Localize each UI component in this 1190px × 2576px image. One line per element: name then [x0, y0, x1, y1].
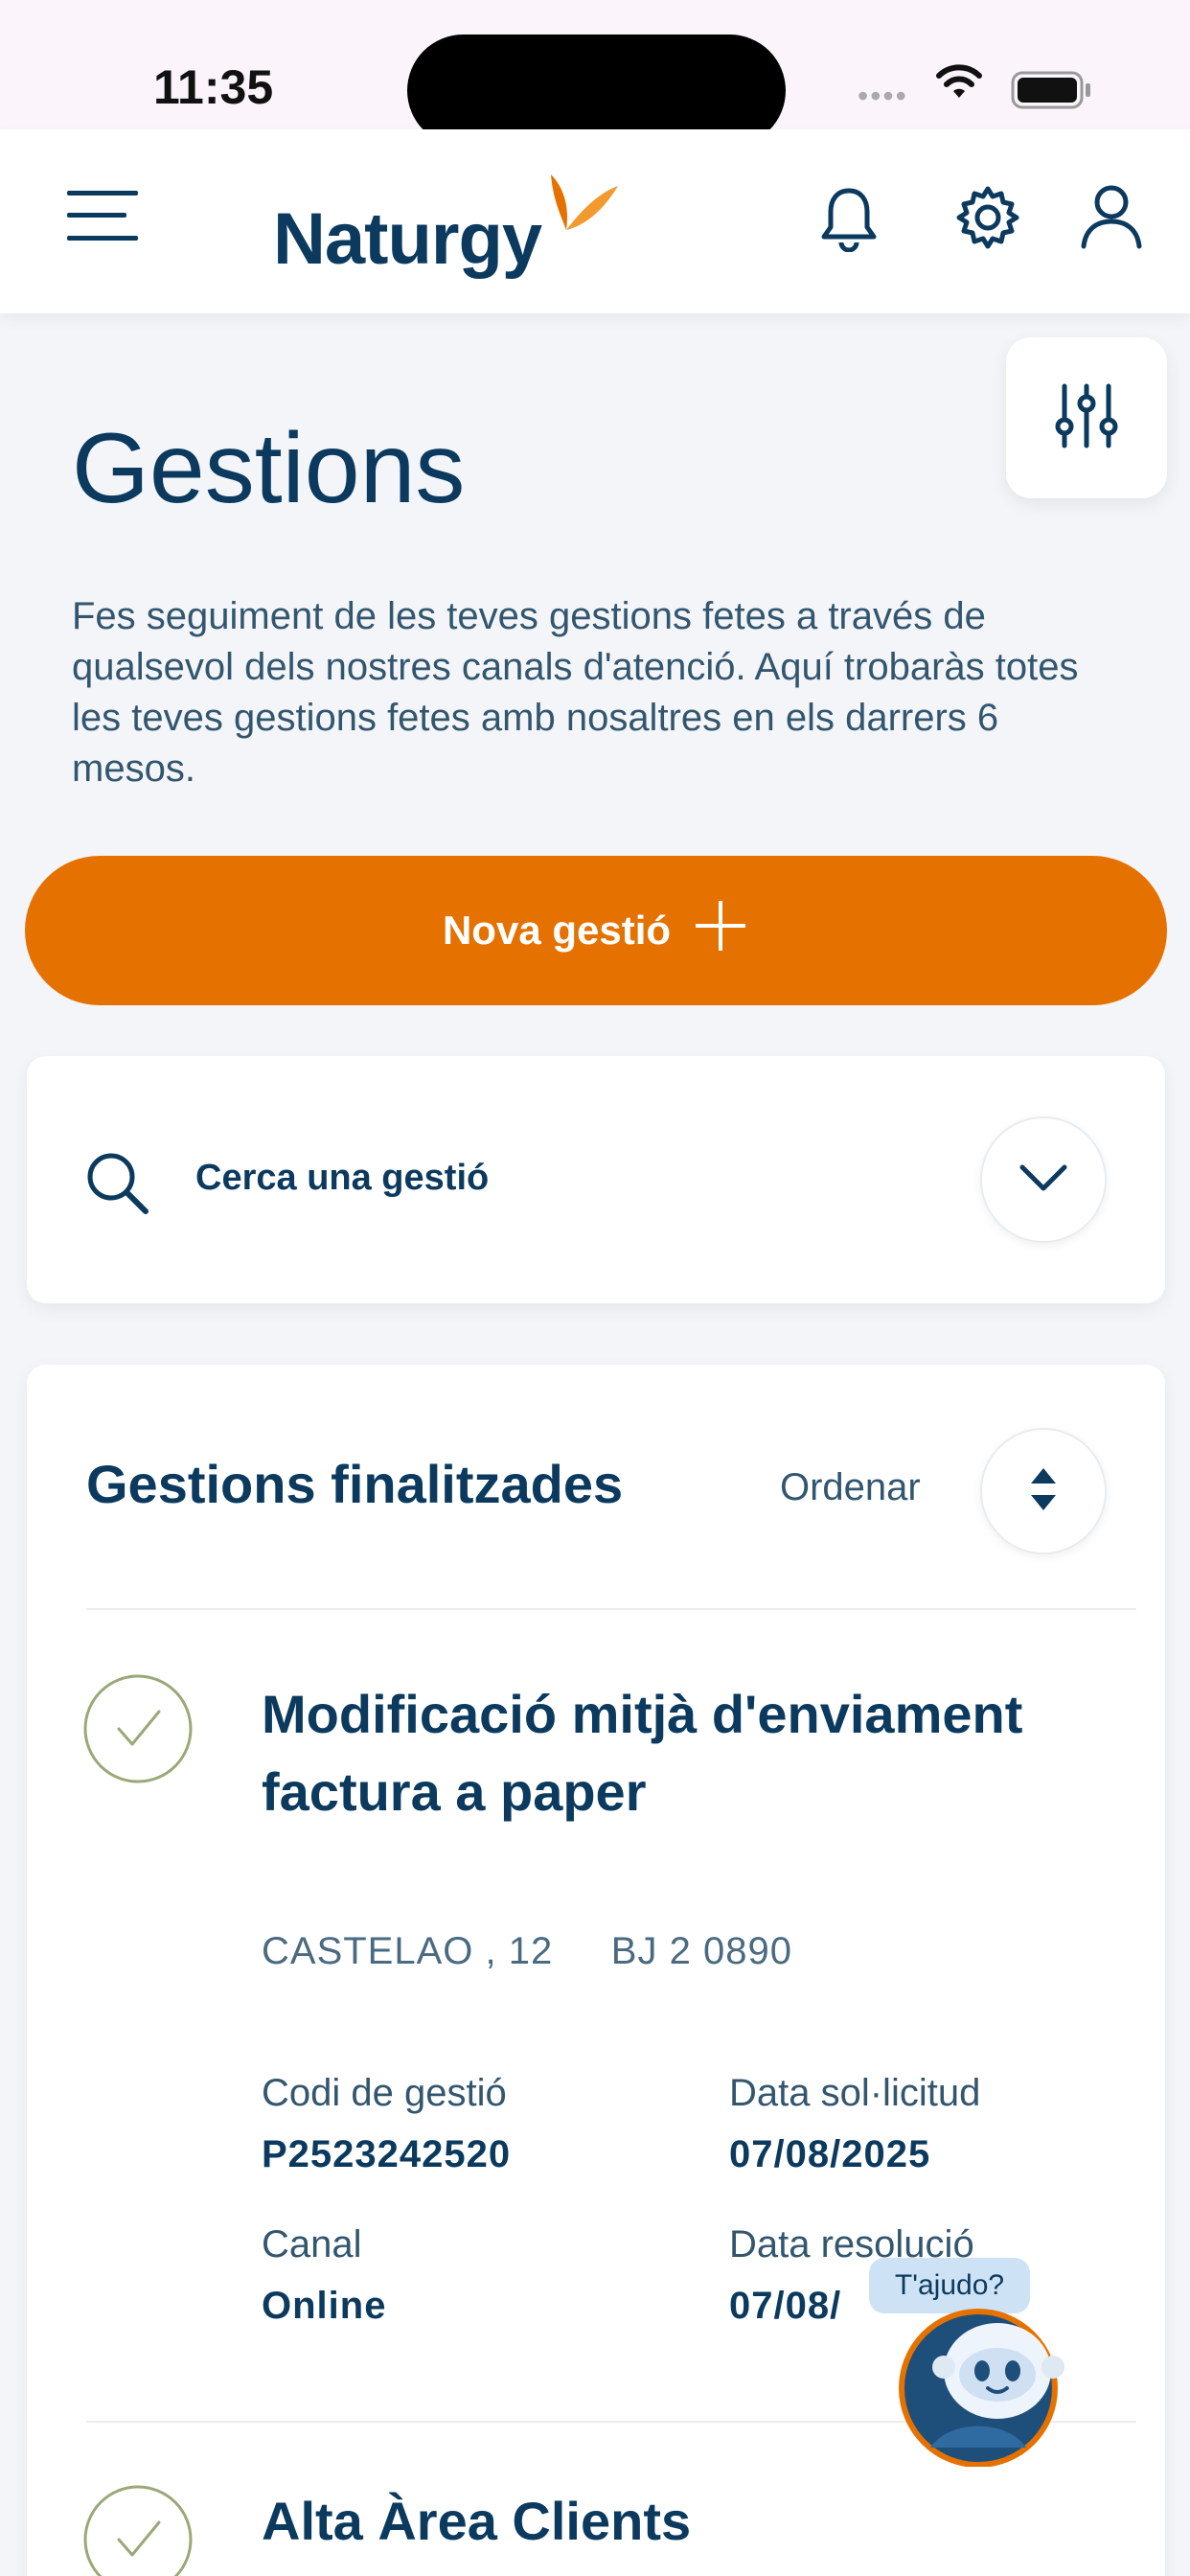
- chevron-down-icon: [1018, 1163, 1068, 1197]
- sort-icon: [1029, 1466, 1058, 1517]
- check-circle-icon: [82, 1673, 194, 1789]
- status-bar: 11:35 ••••: [0, 0, 1190, 147]
- chatbot-launcher[interactable]: T'ajudo?: [867, 2258, 1097, 2469]
- app-header: Naturgy: [0, 129, 1190, 313]
- check-circle-icon: [82, 2484, 194, 2576]
- search-label[interactable]: Cerca una gestió: [195, 1158, 489, 1199]
- divider: [86, 1608, 1136, 1610]
- item-title: Alta Àrea Clients: [262, 2491, 692, 2551]
- bell-icon[interactable]: [819, 185, 879, 257]
- user-icon[interactable]: [1080, 183, 1143, 255]
- chatbot-avatar-icon: [892, 2304, 1093, 2472]
- code-value: P2523242520: [262, 2133, 512, 2175]
- sort-label[interactable]: Ordenar: [780, 1466, 921, 1509]
- plus-icon: [692, 897, 749, 964]
- expand-search-button[interactable]: [980, 1116, 1107, 1243]
- brand-name: Naturgy: [273, 198, 542, 280]
- naturgy-logo[interactable]: Naturgy: [273, 172, 620, 281]
- search-icon: [84, 1150, 151, 1222]
- battery-icon: [1011, 71, 1093, 114]
- sliders-icon: [1053, 382, 1120, 454]
- search-card[interactable]: Cerca una gestió: [27, 1056, 1165, 1303]
- request-date-value: 07/08/2025: [729, 2133, 931, 2175]
- status-time: 11:35: [153, 60, 274, 114]
- item-address: CASTELAO , 12 BJ 2 0890: [262, 1930, 792, 1972]
- new-gestion-label: Nova gestió: [442, 908, 672, 953]
- page-description: Fes seguiment de les teves gestions fete…: [72, 595, 1079, 790]
- code-label: Codi de gestió: [262, 2072, 507, 2114]
- new-gestion-button[interactable]: Nova gestió: [25, 856, 1167, 1005]
- channel-label: Canal: [262, 2223, 362, 2266]
- item-title: Modificació mitjà d'enviament factura a …: [262, 1684, 1023, 1822]
- sort-button[interactable]: [980, 1428, 1107, 1554]
- wifi-icon: [934, 63, 984, 106]
- gear-icon[interactable]: [955, 185, 1020, 255]
- section-title: Gestions finalitzades: [86, 1454, 624, 1514]
- channel-value: Online: [262, 2285, 387, 2327]
- request-date-label: Data sol·licitud: [729, 2072, 981, 2114]
- signal-icon: ••••: [858, 79, 908, 113]
- filter-button[interactable]: [1006, 337, 1167, 498]
- resolution-date-value: 07/08/: [729, 2285, 842, 2327]
- menu-icon[interactable]: [67, 189, 138, 247]
- logo-mark-icon: [545, 172, 620, 246]
- page-title: Gestions: [72, 413, 466, 524]
